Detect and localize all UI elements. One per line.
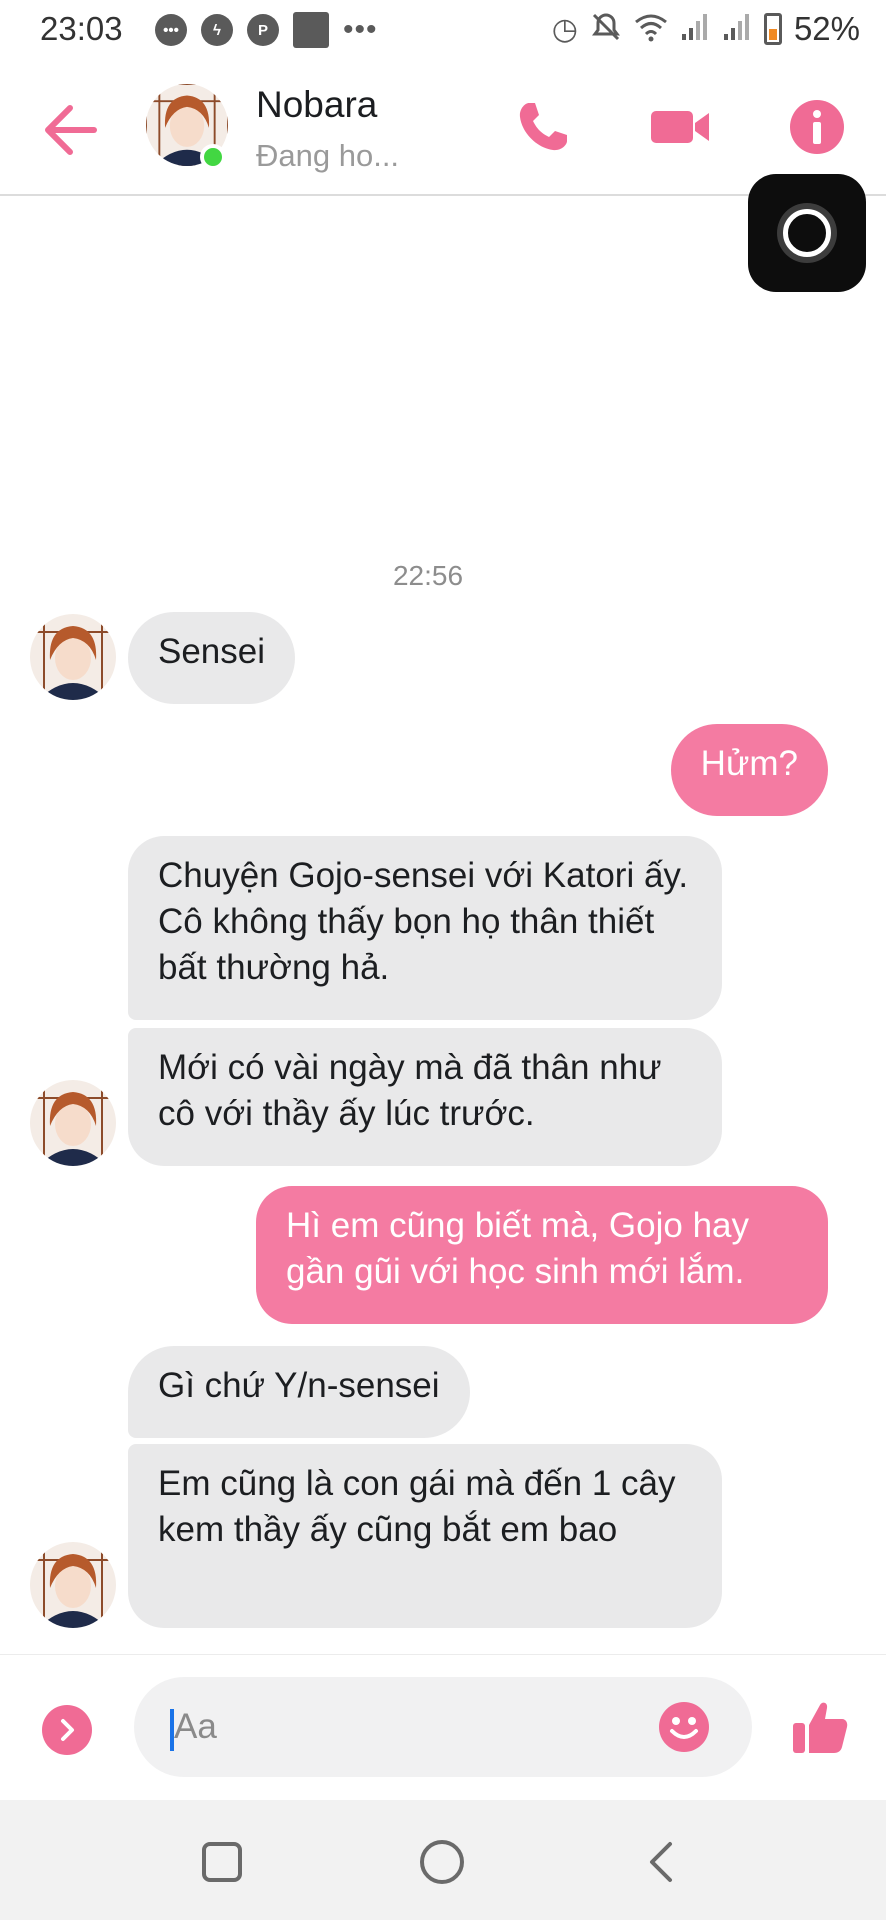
online-indicator	[200, 144, 226, 170]
message-timestamp: 22:56	[392, 560, 464, 591]
incoming-message[interactable]: Mới có vài ngày mà đã thân như cô với th…	[128, 1028, 722, 1166]
message-input-container	[134, 1677, 752, 1777]
message-input[interactable]	[170, 1707, 614, 1747]
like-button[interactable]	[790, 1697, 850, 1757]
incoming-message[interactable]: Chuyện Gojo-sensei với Katori ấy. Cô khô…	[128, 836, 722, 1020]
emoji-button[interactable]	[658, 1701, 710, 1753]
outgoing-message[interactable]: Hửm?	[670, 724, 828, 816]
status-time: 23:03	[40, 10, 123, 47]
thumbs-up-icon	[793, 1702, 848, 1753]
wifi-icon	[634, 12, 668, 47]
signal-icon	[722, 12, 752, 47]
messages-icon: •••	[155, 14, 187, 46]
smiley-icon	[659, 1702, 709, 1752]
expand-actions-button[interactable]	[42, 1705, 92, 1755]
system-navigation-bar	[0, 1800, 886, 1920]
back-nav-button[interactable]	[634, 1834, 690, 1890]
voice-call-button[interactable]	[508, 92, 578, 162]
back-arrow-icon	[45, 105, 97, 155]
notification-icons: ••• ϟ P •••	[155, 12, 378, 48]
messenger-icon: ϟ	[201, 14, 233, 46]
home-button[interactable]	[414, 1834, 470, 1890]
sender-avatar[interactable]	[30, 614, 116, 700]
video-call-button[interactable]	[646, 92, 716, 162]
battery-percent: 52%	[793, 10, 860, 47]
signal-icon	[680, 12, 710, 47]
incoming-message[interactable]: Gì chứ Y/n-sensei	[128, 1346, 470, 1438]
home-circle-icon	[420, 1840, 464, 1884]
incoming-message[interactable]: Sensei	[128, 612, 296, 704]
battery-icon	[763, 13, 782, 45]
record-circle-icon	[783, 209, 831, 257]
system-icons: ◷ 52%	[552, 10, 860, 48]
status-bar: 23:03 ••• ϟ P ••• ◷ 52%	[0, 0, 886, 62]
video-camera-icon	[651, 111, 709, 143]
alarm-icon: ◷	[551, 12, 578, 46]
floating-record-button[interactable]	[748, 174, 866, 292]
more-dots-icon: •••	[343, 13, 378, 46]
phone-icon	[519, 103, 567, 151]
back-chevron-icon	[650, 1842, 672, 1882]
back-button[interactable]	[40, 100, 100, 160]
mute-icon	[590, 11, 622, 48]
info-button[interactable]	[782, 92, 852, 162]
pinterest-icon: P	[247, 14, 279, 46]
contact-status: Đang ho...	[256, 138, 400, 173]
recent-apps-button[interactable]	[194, 1834, 250, 1890]
contact-name[interactable]: Nobara	[256, 84, 377, 126]
incoming-message[interactable]: Em cũng là con gái mà đến 1 cây kem thầy…	[128, 1444, 722, 1628]
app-icon	[293, 12, 329, 48]
outgoing-message[interactable]: Hì em cũng biết mà, Gojo hay gần gũi với…	[256, 1186, 828, 1324]
sender-avatar[interactable]	[30, 1542, 116, 1628]
message-composer	[0, 1654, 886, 1800]
recents-icon	[202, 1842, 242, 1882]
chevron-right-icon	[61, 1719, 74, 1741]
info-icon	[790, 100, 844, 154]
chat-header: Nobara Đang ho...	[0, 62, 886, 196]
sender-avatar[interactable]	[30, 1080, 116, 1166]
